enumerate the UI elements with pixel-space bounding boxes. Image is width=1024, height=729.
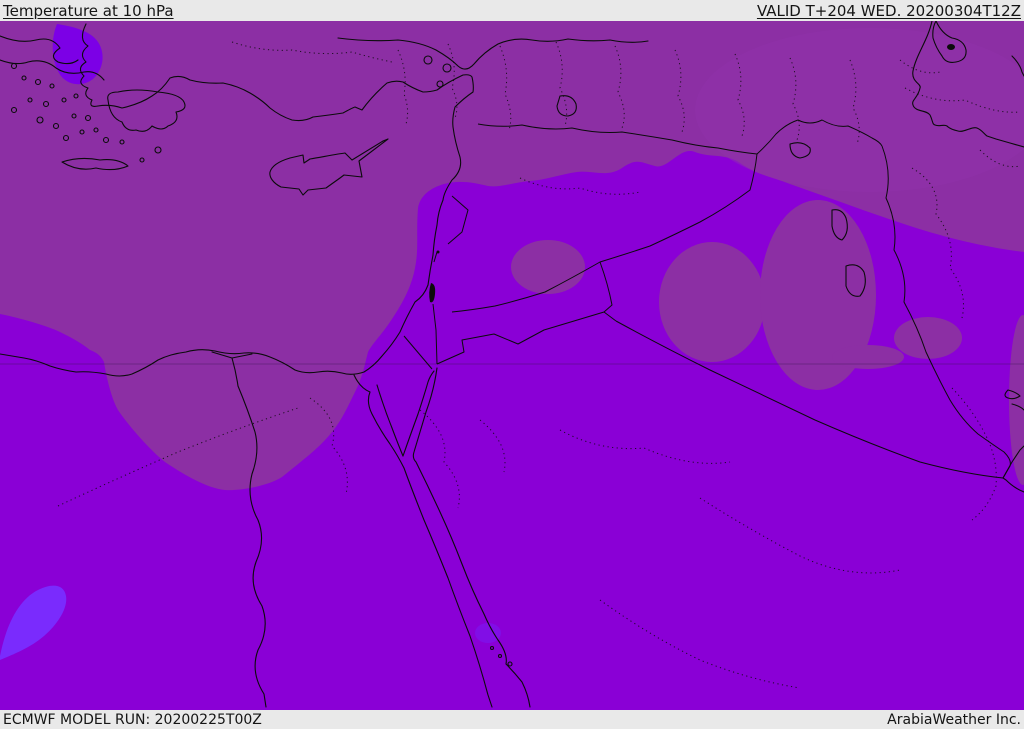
map-title: Temperature at 10 hPa [3, 1, 174, 20]
model-run-label: ECMWF MODEL RUN: 20200225T00Z [3, 711, 262, 728]
weather-map-screenshot: Temperature at 10 hPa VALID T+204 WED. 2… [0, 0, 1024, 729]
credit-label: ArabiaWeather Inc. [887, 711, 1021, 728]
valid-time-label: VALID T+204 WED. 20200304T12Z [756, 1, 1021, 20]
temp-shade-blob-east2 [832, 345, 904, 369]
footer-bar: ECMWF MODEL RUN: 20200225T00Z ArabiaWeat… [0, 710, 1024, 729]
temp-shade-blob-iraq [659, 242, 765, 362]
temp-shade-violet-redsea [475, 623, 501, 643]
weather-map [0, 21, 1024, 710]
temp-shade-blob-syria [511, 240, 585, 294]
temp-shade-blob-east [894, 317, 962, 359]
header-bar: Temperature at 10 hPa VALID T+204 WED. 2… [0, 0, 1024, 21]
